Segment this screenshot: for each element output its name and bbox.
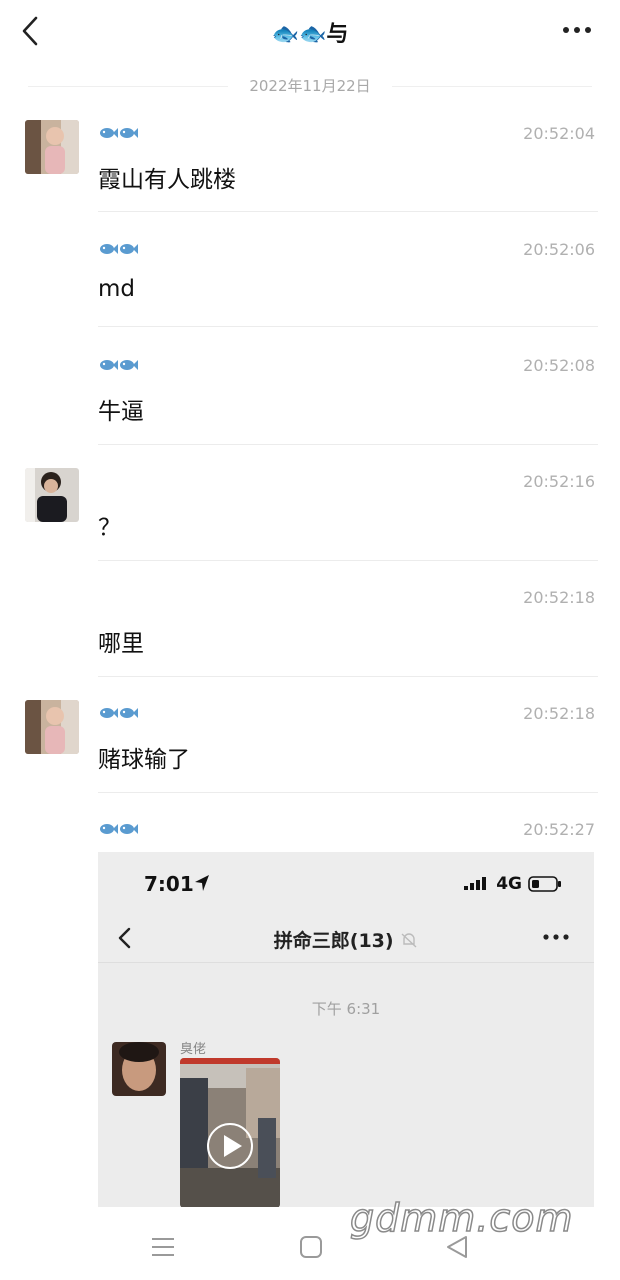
embedded-nav-bar: 拼命三郎(13)	[98, 914, 594, 963]
embedded-group-title-text: 拼命三郎(13)	[273, 930, 394, 952]
divider	[98, 211, 598, 212]
fish-emoji-icon	[100, 360, 138, 370]
home-icon[interactable]	[298, 1234, 324, 1260]
embedded-status-bar: 7:01 4G	[98, 852, 594, 914]
signal-icon	[464, 877, 487, 890]
location-arrow-icon	[195, 875, 209, 891]
battery-icon	[528, 876, 561, 892]
sender-name	[98, 240, 138, 260]
message-text[interactable]: 牛逼	[98, 392, 144, 426]
fish-emoji-icon	[100, 244, 138, 254]
message-item[interactable]: 20:52:18 哪里	[0, 584, 620, 677]
message-time: 20:52:06	[523, 240, 595, 259]
sender-name	[98, 704, 138, 724]
avatar[interactable]	[25, 700, 79, 754]
message-time: 20:52:08	[523, 356, 595, 375]
menu-icon[interactable]	[150, 1236, 176, 1258]
date-label: 2022年11月22日	[239, 77, 381, 95]
message-text[interactable]: 哪里	[98, 624, 144, 658]
divider	[98, 676, 598, 677]
fish-emoji-icon	[100, 708, 138, 718]
more-dots-icon	[563, 27, 591, 33]
message-time: 20:52:16	[523, 472, 595, 491]
embedded-sender-name: 臭佬	[180, 1042, 207, 1057]
message-time: 20:52:27	[523, 820, 595, 839]
date-separator: 2022年11月22日	[0, 72, 620, 100]
message-item[interactable]: 20:52:08 牛逼	[0, 352, 620, 445]
embedded-video-thumbnail	[180, 1058, 280, 1207]
muted-bell-icon	[401, 933, 417, 948]
message-time: 20:52:04	[523, 124, 595, 143]
chat-header: 🐟🐟与	[0, 0, 620, 64]
embedded-group-title: 拼命三郎(13)	[98, 926, 594, 953]
embedded-signal: 4G	[464, 874, 562, 894]
message-item[interactable]: 20:52:06 md	[0, 236, 620, 328]
message-time: 20:52:18	[523, 588, 595, 607]
divider	[98, 326, 598, 327]
message-time: 20:52:18	[523, 704, 595, 723]
separator-line	[28, 86, 228, 87]
embedded-clock: 7:01	[144, 872, 194, 896]
message-text[interactable]: md	[98, 276, 135, 302]
more-button[interactable]	[560, 18, 594, 42]
message-text[interactable]: 赌球输了	[98, 740, 190, 774]
sender-name	[98, 820, 138, 840]
message-text[interactable]: 霞山有人跳楼	[98, 160, 236, 194]
sender-name	[98, 124, 138, 144]
fish-emoji-icon	[100, 824, 138, 834]
message-text[interactable]: ？	[98, 508, 121, 542]
divider	[98, 792, 598, 793]
avatar[interactable]	[25, 468, 79, 522]
more-dots-icon	[543, 934, 569, 940]
message-item[interactable]: 20:52:18 赌球输了	[0, 700, 620, 793]
fish-emoji-icon	[100, 128, 138, 138]
divider	[98, 444, 598, 445]
image-message[interactable]: 7:01 4G 拼命三郎(13) 下午 6:31 臭佬	[98, 852, 594, 1207]
chat-title: 🐟🐟与	[271, 22, 349, 47]
watermark: gdmm.com	[349, 1195, 574, 1241]
avatar[interactable]	[25, 120, 79, 174]
embedded-avatar	[112, 1042, 166, 1096]
network-label: 4G	[496, 874, 522, 894]
separator-line	[392, 86, 592, 87]
divider	[98, 560, 598, 561]
sender-name	[98, 356, 138, 376]
message-item[interactable]: 20:52:04 霞山有人跳楼	[0, 120, 620, 212]
embedded-timestamp: 下午 6:31	[311, 1000, 381, 1018]
message-item[interactable]: 20:52:16 ？	[0, 468, 620, 561]
